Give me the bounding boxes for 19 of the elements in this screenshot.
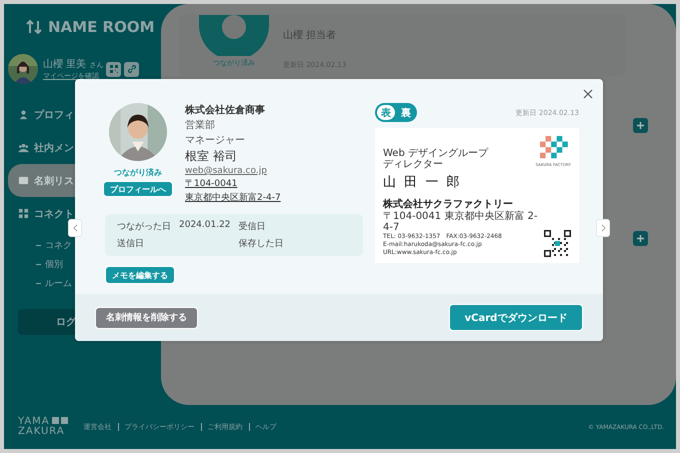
date-label: 受信日: [238, 220, 266, 233]
date-value: 2024.01.22: [179, 220, 231, 232]
status-label: つながり済み: [114, 167, 162, 178]
card-address: 〒104-0041 東京都中央区新富 2-4-7: [383, 211, 538, 233]
app-logo: NAME ROOM: [48, 18, 155, 36]
card-company: 株式会社サクラファクトリー: [383, 198, 514, 210]
department: 営業部: [185, 118, 216, 132]
user-name: 山櫻 里美: [43, 59, 86, 70]
date-label: つながった日: [117, 221, 171, 233]
person-name: 根室 裕司: [185, 148, 238, 165]
company-name: 株式会社佐倉商事: [185, 103, 266, 117]
date-label: 保存した日: [238, 238, 284, 250]
date-label: 送信日: [117, 238, 144, 250]
company-logo: YAMA ZAKURA: [18, 417, 68, 437]
card-group: Web デザイングループ: [383, 148, 488, 159]
contact-name: 山櫻 担当者: [283, 28, 338, 42]
job-title: マネージャー: [185, 134, 246, 147]
card-name: 山 田 一 郎: [383, 174, 462, 191]
card-position: ディレクター: [383, 159, 444, 170]
